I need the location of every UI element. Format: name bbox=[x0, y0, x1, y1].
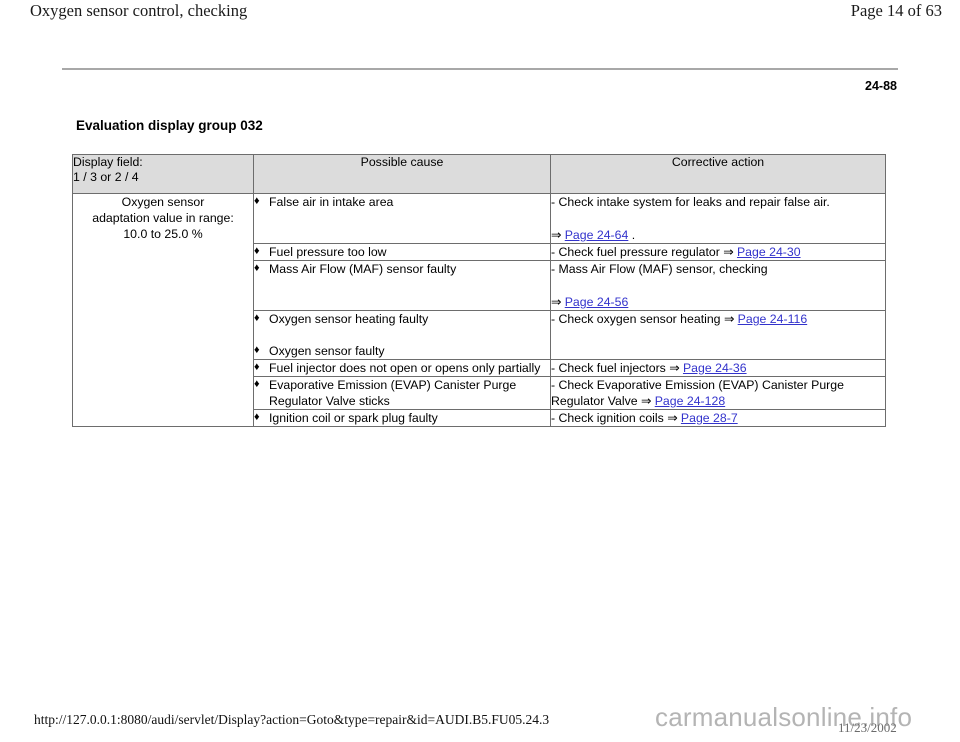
column-header-display-field: Display field: 1 / 3 or 2 / 4 bbox=[72, 154, 254, 194]
possible-cause-cell: ♦ False air in intake area bbox=[253, 193, 551, 244]
action-text: - Check intake system for leaks and repa… bbox=[551, 195, 830, 209]
cause-text: Mass Air Flow (MAF) sensor faulty bbox=[269, 262, 457, 276]
display-field-line-1: Oxygen sensor bbox=[121, 195, 205, 209]
page-number-label: Page 14 of 63 bbox=[850, 1, 942, 20]
possible-cause-cell: ♦ Evaporative Emission (EVAP) Canister Pu… bbox=[253, 376, 551, 410]
diamond-bullet-icon: ♦ bbox=[254, 361, 260, 373]
cause-text: Oxygen sensor heating faulty bbox=[269, 312, 429, 326]
action-text-line: - Mass Air Flow (MAF) sensor, checking bbox=[551, 261, 885, 277]
action-text: - Check fuel injectors bbox=[551, 361, 666, 375]
cause-item: ♦ Mass Air Flow (MAF) sensor faulty bbox=[254, 261, 550, 277]
corrective-action-cell: - Mass Air Flow (MAF) sensor, checking ⇒ … bbox=[550, 260, 886, 311]
possible-cause-cell: ♦ Mass Air Flow (MAF) sensor faulty bbox=[253, 260, 551, 311]
action-link-wrapper: ⇒ Page 24-36 bbox=[665, 361, 747, 375]
display-field-line-2: adaptation value in range: bbox=[92, 211, 234, 225]
action-text: - Check oxygen sensor heating bbox=[551, 312, 721, 326]
table-body: Oxygen sensor adaptation value in range: 1… bbox=[72, 193, 886, 427]
page-reference-link[interactable]: Page 24-56 bbox=[565, 295, 629, 309]
cause-text: Fuel pressure too low bbox=[269, 245, 387, 259]
action-link-wrapper: ⇒ Page 24-30 bbox=[719, 245, 801, 259]
page-reference-link[interactable]: Page 24-30 bbox=[737, 245, 801, 259]
diamond-bullet-icon: ♦ bbox=[254, 312, 260, 324]
corrective-action-cell: - Check fuel injectors ⇒ Page 24-36 bbox=[550, 359, 886, 377]
action-link-wrapper: ⇒ Page 28-7 bbox=[663, 411, 738, 425]
corrective-action-cell: - Check Evaporative Emission (EVAP) Cani… bbox=[550, 376, 886, 410]
section-id: 24-88 bbox=[865, 79, 897, 93]
cause-item: ♦ Ignition coil or spark plug faulty bbox=[254, 410, 550, 426]
page-reference-link[interactable]: Page 24-128 bbox=[655, 394, 725, 408]
action-text-line: - Check Evaporative Emission (EVAP) Cani… bbox=[551, 377, 885, 409]
action-text: - Check fuel pressure regulator bbox=[551, 245, 720, 259]
cause-item: ♦ Oxygen sensor heating faulty bbox=[254, 311, 550, 327]
diamond-bullet-icon: ♦ bbox=[254, 344, 260, 356]
double-arrow-icon: ⇒ bbox=[637, 394, 655, 408]
cause-text: Fuel injector does not open or opens onl… bbox=[269, 361, 541, 375]
action-text-line: - Check ignition coils ⇒ Page 28-7 bbox=[551, 410, 885, 426]
action-link-suffix: . bbox=[628, 228, 636, 242]
action-link-wrapper: ⇒ Page 24-56 bbox=[551, 294, 885, 310]
cause-item: ♦ Fuel pressure too low bbox=[254, 244, 550, 260]
cause-item: ♦ False air in intake area bbox=[254, 194, 550, 210]
corrective-action-cell: - Check intake system for leaks and repa… bbox=[550, 193, 886, 244]
page-reference-link[interactable]: Page 28-7 bbox=[681, 411, 738, 425]
column-header-possible-cause: Possible cause bbox=[253, 154, 551, 194]
double-arrow-icon: ⇒ bbox=[551, 295, 565, 309]
corrective-action-cell: - Check oxygen sensor heating ⇒ Page 24-… bbox=[550, 310, 886, 360]
page-header: Oxygen sensor control, checking Page 14 … bbox=[0, 0, 960, 30]
double-arrow-icon: ⇒ bbox=[663, 411, 681, 425]
corrective-action-cell: - Check ignition coils ⇒ Page 28-7 bbox=[550, 409, 886, 427]
possible-cause-cell: ♦ Fuel pressure too low bbox=[253, 243, 551, 261]
column-header-display-field-line1: Display field: bbox=[73, 155, 143, 169]
double-arrow-icon: ⇒ bbox=[665, 361, 683, 375]
action-link-wrapper: ⇒ Page 24-128 bbox=[637, 394, 725, 408]
diamond-bullet-icon: ♦ bbox=[254, 245, 260, 257]
action-text: - Check ignition coils bbox=[551, 411, 664, 425]
column-header-display-field-line2: 1 / 3 or 2 / 4 bbox=[73, 170, 139, 184]
corrective-action-cell: - Check fuel pressure regulator ⇒ Page 2… bbox=[550, 243, 886, 261]
possible-cause-cell: ♦ Oxygen sensor heating faulty ♦ Oxygen sen… bbox=[253, 310, 551, 360]
evaluation-table: Display field: 1 / 3 or 2 / 4 Possible c… bbox=[72, 154, 886, 427]
cause-item: ♦ Fuel injector does not open or opens on… bbox=[254, 360, 550, 376]
action-text-line: - Check fuel injectors ⇒ Page 24-36 bbox=[551, 360, 885, 376]
cause-text: False air in intake area bbox=[269, 195, 394, 209]
action-text-line: - Check fuel pressure regulator ⇒ Page 2… bbox=[551, 244, 885, 260]
page-reference-link[interactable]: Page 24-64 bbox=[565, 228, 629, 242]
cause-text: Oxygen sensor faulty bbox=[269, 344, 385, 358]
double-arrow-icon: ⇒ bbox=[719, 245, 737, 259]
cause-item: ♦ Evaporative Emission (EVAP) Canister Pu… bbox=[254, 377, 550, 409]
double-arrow-icon: ⇒ bbox=[720, 312, 738, 326]
double-arrow-icon: ⇒ bbox=[551, 228, 565, 242]
action-link-wrapper: ⇒ Page 24-64 . bbox=[551, 227, 885, 243]
page-title: Evaluation display group 032 bbox=[76, 118, 263, 133]
table-header-row: Display field: 1 / 3 or 2 / 4 Possible c… bbox=[72, 154, 886, 194]
action-link-wrapper: ⇒ Page 24-116 bbox=[720, 312, 808, 326]
display-field-line-3: 10.0 to 25.0 % bbox=[123, 227, 203, 241]
column-header-corrective-action: Corrective action bbox=[550, 154, 886, 194]
possible-cause-cell: ♦ Fuel injector does not open or opens on… bbox=[253, 359, 551, 377]
action-text: - Mass Air Flow (MAF) sensor, checking bbox=[551, 262, 768, 276]
cause-text: Ignition coil or spark plug faulty bbox=[269, 411, 438, 425]
evaluation-table-container: Display field: 1 / 3 or 2 / 4 Possible c… bbox=[72, 154, 886, 427]
footer-url: http://127.0.0.1:8080/audi/servlet/Displ… bbox=[34, 712, 550, 727]
page-reference-link[interactable]: Page 24-36 bbox=[683, 361, 747, 375]
page-reference-link[interactable]: Page 24-116 bbox=[738, 312, 808, 326]
cause-text: Evaporative Emission (EVAP) Canister Pur… bbox=[269, 378, 517, 408]
possible-cause-cell: ♦ Ignition coil or spark plug faulty bbox=[253, 409, 551, 427]
diamond-bullet-icon: ♦ bbox=[254, 195, 260, 207]
display-field-cell: Oxygen sensor adaptation value in range: 1… bbox=[72, 193, 254, 427]
document-title: Oxygen sensor control, checking bbox=[30, 1, 248, 20]
diamond-bullet-icon: ♦ bbox=[254, 262, 260, 274]
table-header: Display field: 1 / 3 or 2 / 4 Possible c… bbox=[72, 154, 886, 194]
action-text-line: - Check oxygen sensor heating ⇒ Page 24-… bbox=[551, 311, 885, 327]
diamond-bullet-icon: ♦ bbox=[254, 411, 260, 423]
footer-date: 11/23/2002 bbox=[838, 720, 897, 735]
action-text-line: - Check intake system for leaks and repa… bbox=[551, 194, 885, 210]
header-divider bbox=[62, 68, 898, 70]
cause-item: ♦ Oxygen sensor faulty bbox=[254, 343, 550, 359]
table-row: Oxygen sensor adaptation value in range: 1… bbox=[72, 193, 886, 427]
diamond-bullet-icon: ♦ bbox=[254, 378, 260, 390]
